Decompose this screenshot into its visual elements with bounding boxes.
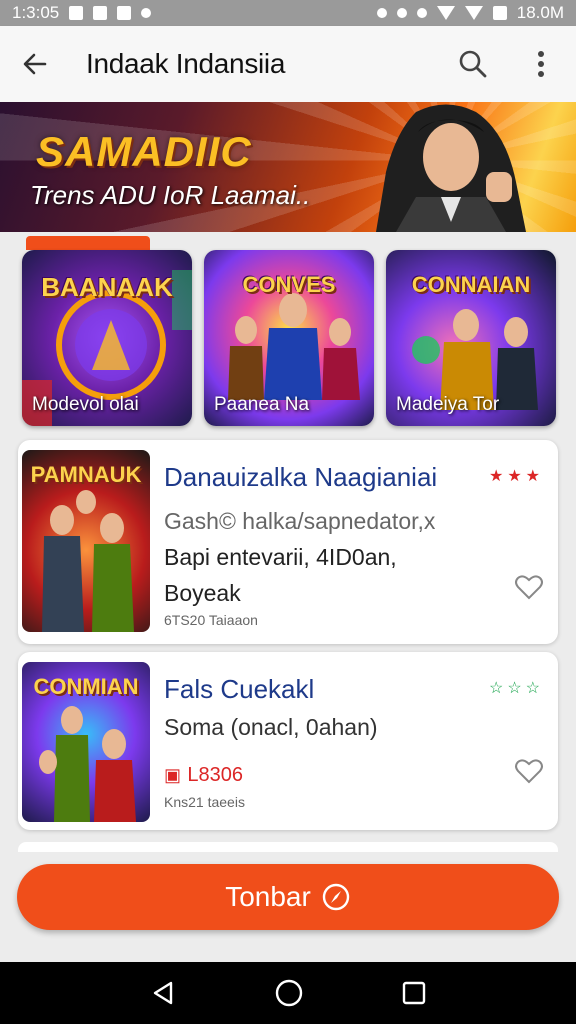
status-bar: 1:3:05 18.0M — [0, 0, 576, 26]
signal-icon — [436, 6, 455, 20]
compass-icon — [322, 883, 350, 911]
list-item-meta: 6TS20 Taiaaon — [164, 612, 258, 628]
notification-icon — [69, 6, 84, 20]
wifi-icon — [464, 6, 483, 20]
battery-icon — [492, 6, 507, 20]
list-item-description: Soma (onacl, 0ahan) — [164, 714, 378, 740]
list-item[interactable]: PAMNAUK Danauizalka Naagianiai ★★★ Gash©… — [18, 440, 558, 644]
bluetooth-icon — [416, 8, 427, 18]
screenshot-icon — [117, 6, 132, 20]
list-item-thumbnail: CONMIAN — [22, 662, 150, 822]
game-card[interactable]: CONNAIAN Madeiya Tor — [386, 250, 556, 426]
list-item-description: Gash© halka/sapnedator,x — [164, 508, 436, 534]
hero-banner[interactable]: SAMADIIC Trens ADU IoR Laamai.. — [0, 102, 576, 232]
primary-action-button[interactable]: Tonbar — [17, 864, 559, 930]
favorite-heart-icon[interactable] — [514, 572, 544, 602]
list-item-meta: Kns21 taeeis — [164, 794, 245, 810]
back-arrow-icon — [23, 53, 47, 75]
back-button[interactable] — [18, 47, 52, 81]
hero-character-illustration — [376, 104, 526, 232]
mute-icon — [376, 8, 387, 18]
game-card-art-title: CONVES — [242, 272, 336, 297]
dot-icon — [141, 8, 152, 18]
more-vert-icon — [538, 51, 544, 77]
game-card-art-title: BAANAAK — [41, 272, 173, 302]
hero-subline: Trens ADU IoR Laamai.. — [30, 180, 311, 210]
game-card-label: Paanea Na — [214, 394, 310, 415]
game-card-label: Madeiya Tor — [396, 394, 500, 415]
game-card-art-title: CONNAIAN — [411, 272, 531, 297]
rating-stars: ★★★ — [488, 468, 544, 485]
hero-headline: SAMADIIC — [36, 128, 252, 175]
system-navigation-bar — [0, 962, 576, 1024]
thumbnail-title: PAMNAUK — [30, 462, 142, 487]
list-item[interactable]: CONMIAN Fals Cuekakl ☆☆☆ Soma (onacl, 0a… — [18, 652, 558, 830]
gallery-icon — [93, 6, 108, 20]
home-nav-icon[interactable] — [274, 978, 304, 1008]
featured-games-row: BAANAAK Modevol olai CONVES Paanea Na CO… — [22, 250, 556, 426]
search-icon — [459, 50, 487, 78]
app-bar: Indaak Indansiia — [0, 26, 576, 102]
list-item-details: Bapi entevarii, 4ID0an, — [164, 544, 397, 570]
favorite-heart-icon[interactable] — [514, 756, 544, 786]
list-item-price-row: ▣ L8306 — [164, 760, 243, 787]
list-item-title: Danauizalka Naagianiai — [164, 462, 438, 492]
list-item-category: Boyeak — [164, 580, 241, 606]
status-data: 18.0M — [516, 3, 564, 22]
game-card-label: Modevol olai — [32, 394, 139, 415]
rating-stars: ☆☆☆ — [488, 680, 544, 697]
game-card[interactable]: BAANAAK Modevol olai — [22, 250, 192, 426]
primary-action-label: Tonbar — [225, 881, 311, 912]
more-options-button[interactable] — [524, 47, 558, 81]
alarm-icon — [396, 8, 407, 18]
price-tag-icon: ▣ — [164, 765, 182, 785]
list-item-price: L8306 — [187, 764, 244, 786]
list-item-thumbnail: PAMNAUK — [22, 450, 150, 632]
status-time: 1:3:05 — [12, 3, 60, 22]
list-item-title: Fals Cuekakl — [164, 674, 315, 704]
recents-nav-icon[interactable] — [401, 980, 427, 1006]
section-indicator — [26, 236, 150, 250]
search-button[interactable] — [456, 47, 490, 81]
next-list-item-peek — [18, 842, 558, 852]
game-card[interactable]: CONVES Paanea Na — [204, 250, 374, 426]
thumbnail-title: CONMIAN — [33, 674, 139, 699]
page-title: Indaak Indansiia — [86, 48, 286, 79]
back-nav-icon[interactable] — [149, 979, 177, 1007]
